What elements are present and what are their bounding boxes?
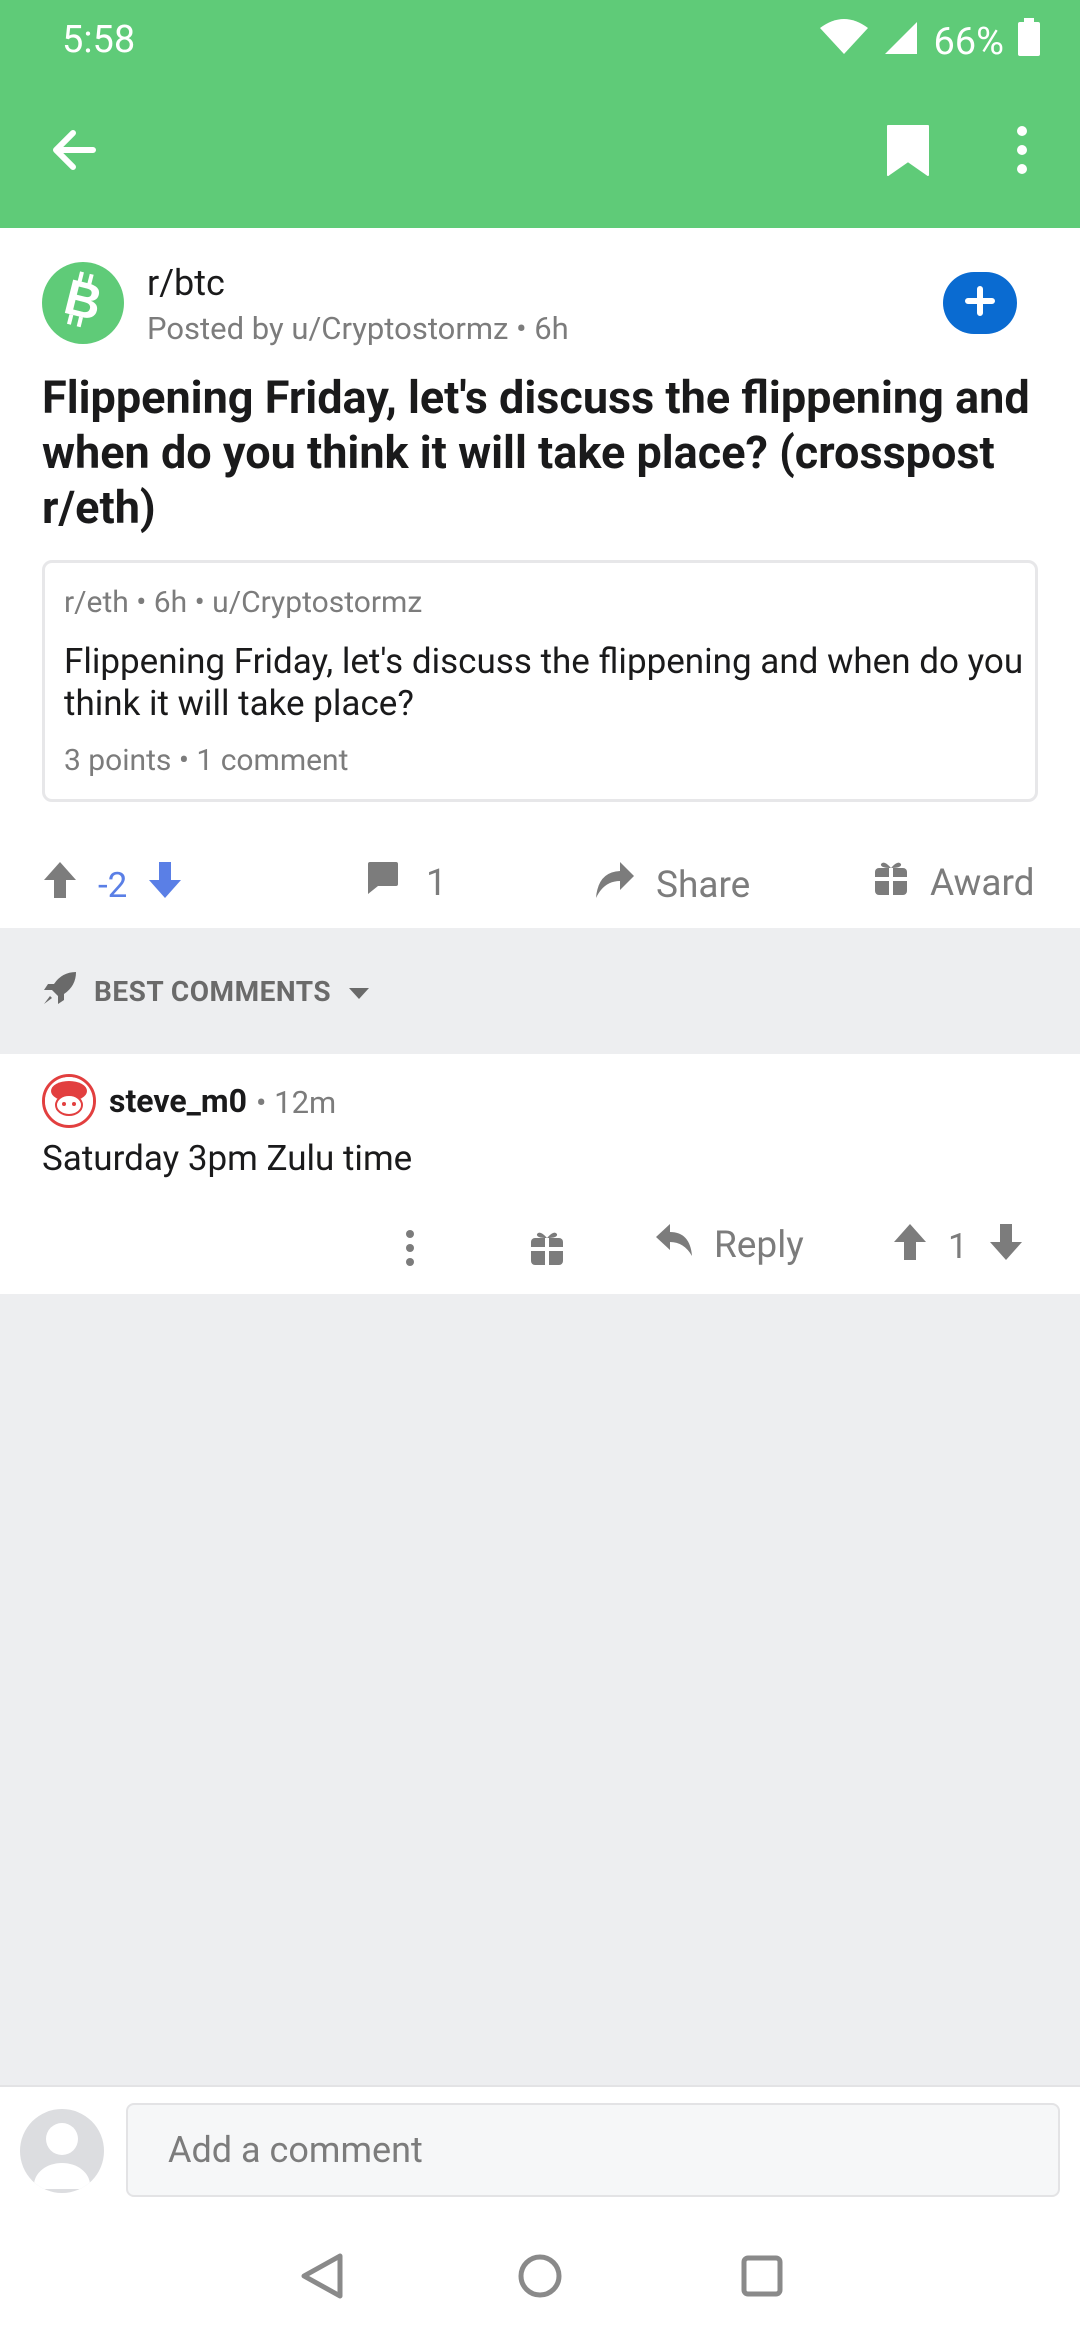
add-comment-input[interactable]: Add a comment	[126, 2103, 1060, 2197]
chevron-down-icon	[347, 975, 371, 1008]
system-nav-bar	[0, 2210, 1080, 2340]
downvote-button[interactable]	[147, 860, 183, 910]
post-card: B r/btc Posted by u/Cryptostormz • 6h Fl…	[0, 228, 1080, 928]
battery-text: 66%	[933, 20, 1004, 64]
share-arrow-icon	[594, 860, 636, 910]
comment-sort-button[interactable]: BEST COMMENTS	[42, 970, 371, 1013]
comment-more-button[interactable]	[404, 1228, 416, 1272]
post-title: Flippening Friday, let's discuss the fli…	[42, 371, 1030, 534]
gift-icon	[874, 860, 908, 906]
comment-body: Saturday 3pm Zulu time	[42, 1138, 413, 1179]
gift-icon	[530, 1232, 564, 1270]
toolbar	[0, 104, 1080, 200]
comment-composer-bar: Add a comment	[0, 2085, 1080, 2210]
comments-button[interactable]: 1	[364, 860, 447, 906]
back-button[interactable]	[34, 112, 114, 192]
more-vertical-icon	[1016, 125, 1028, 179]
comment-vote: 1	[892, 1222, 1024, 1271]
bookmark-button[interactable]	[868, 112, 948, 192]
bitcoin-icon: B	[56, 268, 110, 335]
bookmark-icon	[885, 123, 931, 181]
comment-time: • 12m	[256, 1084, 337, 1121]
comment-sort-bar: BEST COMMENTS	[0, 928, 1080, 1054]
status-bar: 5:58 66%	[0, 0, 1080, 80]
add-comment-placeholder: Add a comment	[168, 2129, 423, 2171]
comment-reply-button[interactable]: Reply	[654, 1222, 804, 1268]
comment-downvote-button[interactable]	[988, 1222, 1024, 1271]
square-recents-icon	[740, 2254, 784, 2302]
nav-back-button[interactable]	[292, 2248, 352, 2308]
comment-award-button[interactable]	[530, 1230, 564, 1270]
snoo-avatar-icon	[45, 1077, 93, 1125]
sort-label: BEST COMMENTS	[94, 975, 332, 1008]
crosspost-stats: 3 points • 1 comment	[64, 743, 349, 778]
comment: steve_m0 • 12m Saturday 3pm Zulu time Re…	[0, 1054, 1080, 1294]
comment-bubble-icon	[364, 860, 400, 906]
post-score: -2	[98, 864, 128, 906]
battery-icon	[1018, 18, 1040, 66]
svg-text:B: B	[59, 271, 108, 331]
crosspost-meta: r/eth • 6h • u/Cryptostormz	[64, 585, 423, 620]
comment-score: 1	[948, 1226, 968, 1267]
upvote-button[interactable]	[42, 860, 78, 910]
user-avatar	[20, 2109, 104, 2193]
post-vote: -2	[42, 860, 183, 910]
share-button[interactable]: Share	[594, 860, 750, 910]
plus-icon	[965, 286, 995, 320]
nav-recents-button[interactable]	[732, 2248, 792, 2308]
user-placeholder-icon	[20, 2109, 104, 2193]
comment-count: 1	[426, 861, 447, 905]
award-label: Award	[930, 861, 1035, 905]
arrow-back-icon	[49, 125, 99, 179]
comment-author-avatar[interactable]	[42, 1074, 96, 1128]
subreddit-avatar[interactable]: B	[42, 262, 124, 344]
post-actions: -2 1 Share Award	[0, 848, 1080, 918]
triangle-back-icon	[300, 2252, 344, 2304]
rocket-icon	[42, 970, 78, 1013]
circle-home-icon	[517, 2253, 563, 2303]
reply-arrow-icon	[654, 1222, 694, 1268]
crosspost-card[interactable]: r/eth • 6h • u/Cryptostormz Flippening F…	[42, 560, 1038, 802]
post-meta[interactable]: Posted by u/Cryptostormz • 6h	[147, 310, 569, 347]
reply-label: Reply	[714, 1223, 804, 1267]
app-bar: 5:58 66%	[0, 0, 1080, 228]
status-icons: 66%	[819, 18, 1040, 66]
crosspost-title: Flippening Friday, let's discuss the fli…	[64, 641, 1024, 724]
more-vertical-icon	[404, 1230, 416, 1272]
join-subreddit-button[interactable]	[943, 272, 1017, 334]
share-label: Share	[656, 863, 751, 907]
wifi-icon	[819, 18, 869, 66]
comment-author[interactable]: steve_m0	[109, 1082, 247, 1120]
status-time: 5:58	[62, 18, 136, 62]
comment-actions: Reply 1	[0, 1214, 1080, 1284]
more-options-button[interactable]	[982, 112, 1062, 192]
subreddit-name[interactable]: r/btc	[147, 262, 225, 304]
cell-signal-icon	[883, 18, 919, 66]
comment-upvote-button[interactable]	[892, 1222, 928, 1271]
nav-home-button[interactable]	[510, 2248, 570, 2308]
award-button[interactable]: Award	[874, 860, 1035, 906]
